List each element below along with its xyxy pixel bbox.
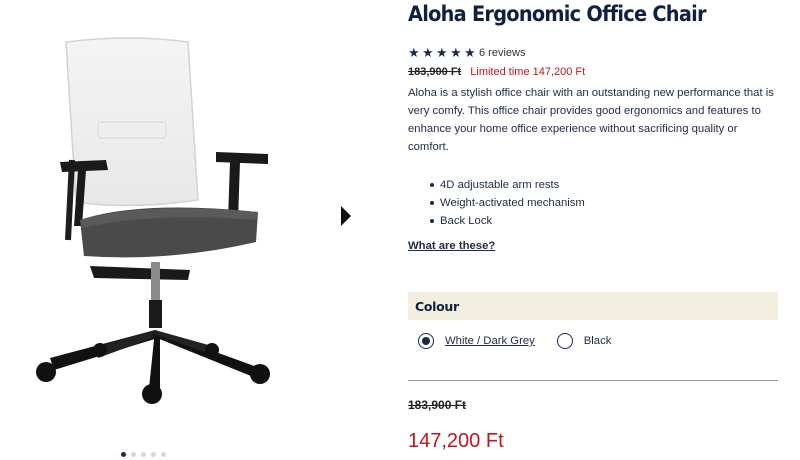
colour-label: Colour [415, 298, 459, 314]
product-gallery [0, 0, 400, 460]
gallery-dot[interactable] [161, 452, 166, 457]
chevron-right-icon[interactable] [336, 200, 356, 232]
colour-option-black[interactable]: Black [556, 333, 612, 349]
price-summary: 183,900 Ft Limited time 147,200 Ft [408, 66, 585, 78]
colour-options: White / Dark Grey Black [418, 333, 633, 349]
gallery-pagination [121, 452, 166, 457]
colour-option-label: Black [583, 335, 612, 347]
product-title: Aloha Ergonomic Office Chair [408, 2, 707, 26]
original-price: 183,900 Ft [408, 66, 462, 78]
star-rating: ★ ★ ★ ★ ★ [408, 46, 478, 59]
product-image [36, 37, 270, 404]
feature-item: Back Lock [430, 212, 585, 230]
gallery-dot[interactable] [141, 452, 146, 457]
star-icon: ★ [408, 45, 420, 60]
original-price-large: 183,900 Ft [408, 398, 467, 412]
star-icon: ★ [436, 45, 448, 60]
gallery-dot[interactable] [151, 452, 156, 457]
limited-time-price: Limited time 147,200 Ft [470, 66, 586, 78]
colour-option-label: White / Dark Grey [445, 335, 535, 347]
what-are-these-link[interactable]: What are these? [408, 240, 495, 252]
current-price: 147,200 Ft [408, 430, 504, 452]
gallery-dot[interactable] [131, 452, 136, 457]
divider [408, 380, 778, 381]
colour-header: Colour [408, 292, 778, 320]
feature-item: 4D adjustable arm rests [430, 176, 585, 194]
product-rating: ★ ★ ★ ★ ★ 6 reviews [408, 46, 525, 59]
radio-selected-icon[interactable] [418, 333, 434, 349]
colour-option-white-dark-grey[interactable]: White / Dark Grey [418, 333, 535, 349]
star-icon: ★ [422, 45, 434, 60]
feature-list: 4D adjustable arm rests Weight-activated… [430, 176, 585, 230]
feature-item: Weight-activated mechanism [430, 194, 585, 212]
radio-unselected-icon[interactable] [556, 333, 573, 349]
star-icon: ★ [464, 45, 476, 60]
star-icon: ★ [450, 45, 462, 60]
product-description: Aloha is a stylish office chair with an … [408, 87, 774, 153]
gallery-dot[interactable] [121, 452, 126, 457]
reviews-link[interactable]: 6 reviews [479, 47, 525, 59]
